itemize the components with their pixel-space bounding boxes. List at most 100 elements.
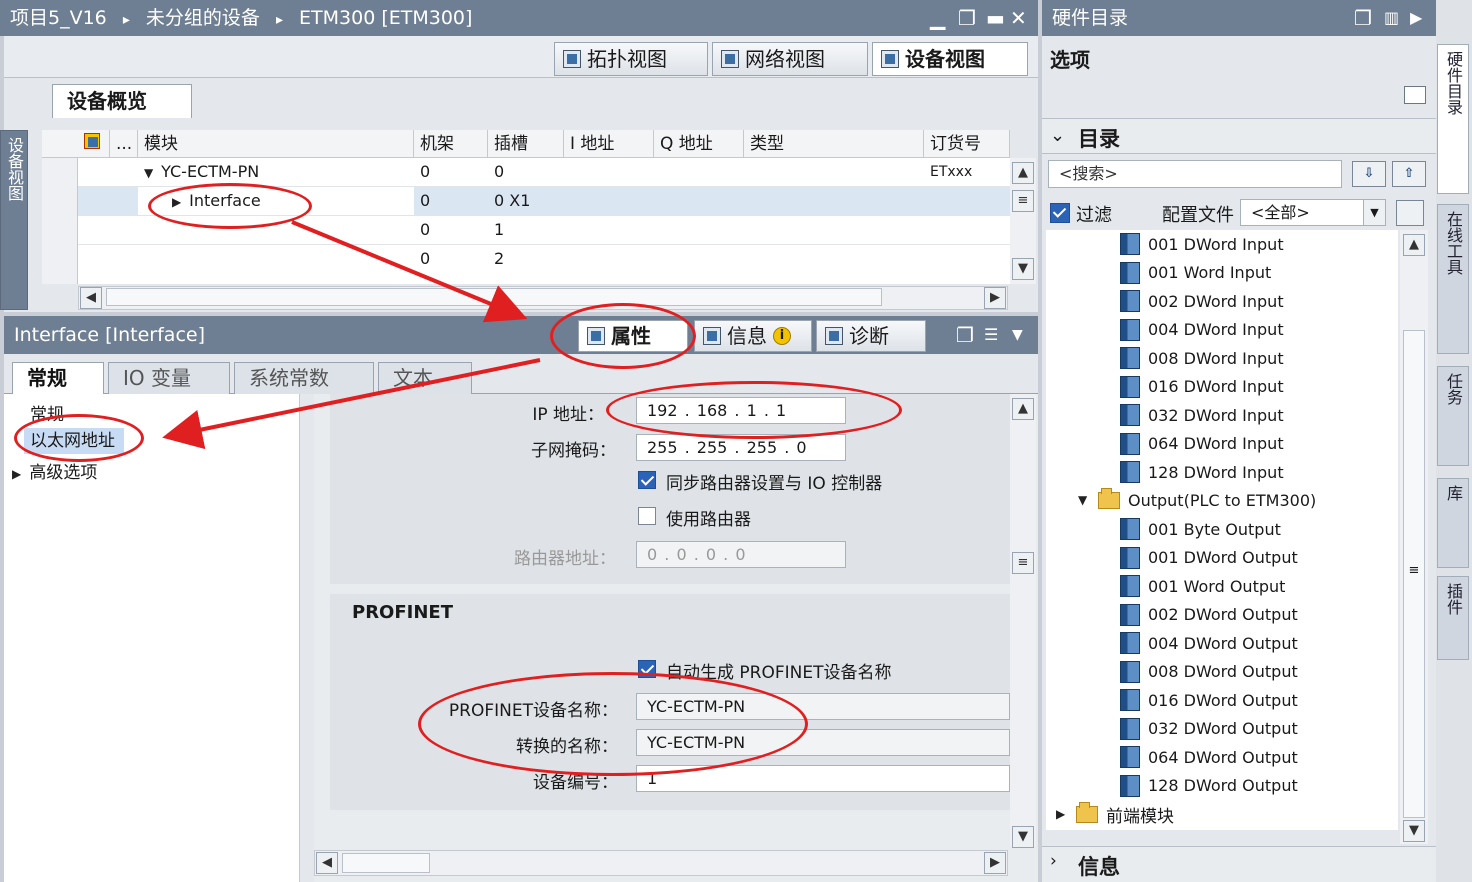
chevron-right-icon[interactable]: › — [1050, 851, 1057, 871]
catalog-settings-icon[interactable] — [1396, 200, 1424, 226]
tab-network-view[interactable]: 网络视图 — [712, 42, 868, 76]
catalog-scroll-thumb[interactable]: ≡ — [1403, 330, 1425, 818]
subnet-mask-field[interactable]: 255 . 255 . 255 . 0 — [636, 434, 846, 461]
header-slot[interactable]: 插槽 — [488, 130, 564, 158]
header-type[interactable]: 类型 — [744, 130, 924, 158]
catalog-folder-output[interactable]: ▼ Output(PLC to ETM300) — [1078, 486, 1316, 514]
catalog-search-input[interactable]: <搜索> — [1048, 160, 1342, 188]
restore-icon[interactable]: ❐ — [956, 316, 974, 354]
catalog-item[interactable]: 001 Word Output — [1120, 572, 1285, 600]
ip-address-field[interactable]: 192 . 168 . 1 . 1 — [636, 397, 846, 424]
scroll-up-icon[interactable]: ▲ — [1012, 398, 1034, 420]
catalog-item[interactable]: 064 DWord Input — [1120, 430, 1284, 458]
breadcrumb-project[interactable]: 项目5_V16 — [10, 7, 107, 29]
breadcrumb-device[interactable]: ETM300 [ETM300] — [299, 7, 472, 29]
tab-io-tags[interactable]: IO 变量 — [108, 362, 230, 394]
collapse-icon[interactable]: ▼ — [144, 159, 156, 186]
expand-icon[interactable]: ▶ — [12, 467, 24, 481]
restore-icon[interactable]: ❐ — [958, 0, 976, 36]
scroll-left-icon[interactable]: ◀ — [80, 287, 102, 309]
splitter[interactable] — [300, 394, 314, 882]
chevron-down-icon[interactable]: ⌄ — [1050, 125, 1065, 146]
auto-name-checkbox[interactable] — [638, 660, 656, 678]
scroll-down-icon[interactable]: ▼ — [1403, 820, 1425, 842]
catalog-item[interactable]: 001 DWord Input — [1120, 230, 1284, 258]
breadcrumb-group[interactable]: 未分组的设备 — [146, 7, 260, 29]
search-up-icon[interactable]: ⇧ — [1392, 161, 1426, 187]
scroll-down-icon[interactable]: ▼ — [1012, 826, 1034, 848]
tab-device-view[interactable]: 设备视图 — [872, 42, 1028, 76]
properties-vscroll[interactable] — [1010, 394, 1036, 846]
catalog-item[interactable]: 004 DWord Output — [1120, 629, 1298, 657]
header-i-address[interactable]: I 地址 — [564, 130, 654, 158]
profile-select[interactable]: <全部> ▼ — [1240, 199, 1386, 226]
scroll-left-icon[interactable]: ◀ — [316, 852, 338, 874]
nav-ethernet-address[interactable]: 以太网地址 — [24, 428, 124, 454]
catalog-item[interactable]: 001 Word Input — [1120, 259, 1271, 287]
tab-topology-view[interactable]: 拓扑视图 — [554, 42, 708, 76]
tab-properties[interactable]: 属性 — [578, 320, 688, 352]
dropdown-arrow-icon[interactable]: ▼ — [1363, 200, 1385, 225]
search-down-icon[interactable]: ⇩ — [1352, 161, 1386, 187]
catalog-item[interactable]: 001 Byte Output — [1120, 515, 1281, 543]
side-tab-libraries[interactable]: 库 — [1437, 478, 1469, 568]
tab-diagnostics[interactable]: 诊断 — [816, 320, 926, 352]
expand-icon[interactable]: ▶ — [1056, 807, 1068, 821]
side-tab-online-tools[interactable]: 在线工具 — [1437, 204, 1469, 354]
catalog-item[interactable]: 032 DWord Input — [1120, 401, 1284, 429]
filter-checkbox[interactable] — [1050, 203, 1070, 223]
table-row-selected[interactable]: ▶ Interface 0 0 X1 — [42, 187, 1010, 216]
hscroll-thumb[interactable] — [106, 288, 882, 306]
device-number-field[interactable]: 1 — [636, 765, 1010, 792]
header-order-number[interactable]: 订货号 — [924, 130, 1010, 158]
hscroll-thumb[interactable] — [342, 853, 430, 873]
catalog-item[interactable]: 004 DWord Input — [1120, 316, 1284, 344]
nav-general[interactable]: 常规 — [30, 400, 64, 425]
tab-info[interactable]: 信息 i — [694, 320, 812, 352]
catalog-item[interactable]: 128 DWord Input — [1120, 458, 1284, 486]
nav-advanced-options[interactable]: ▶ 高级选项 — [12, 458, 97, 483]
table-row[interactable]: 0 1 — [42, 216, 1010, 245]
expand-icon[interactable]: ▶ — [172, 188, 184, 215]
header-rack[interactable]: 机架 — [414, 130, 488, 158]
converted-name-field[interactable]: YC-ECTM-PN — [636, 729, 1010, 756]
options-pane-icon[interactable] — [1404, 86, 1426, 104]
catalog-item[interactable]: 128 DWord Output — [1120, 772, 1298, 800]
catalog-item[interactable]: 008 DWord Input — [1120, 344, 1284, 372]
close-icon[interactable]: ✕ — [1010, 0, 1027, 36]
catalog-item[interactable]: 002 DWord Output — [1120, 601, 1298, 629]
table-row[interactable]: ▼ YC-ECTM-PN 0 0 ETxxx — [42, 158, 1010, 187]
side-tab-hardware-catalog[interactable]: 硬件目录 — [1437, 44, 1469, 194]
catalog-item[interactable]: 008 DWord Output — [1120, 658, 1298, 686]
router-address-field[interactable]: 0 . 0 . 0 . 0 — [636, 541, 846, 568]
scroll-right-icon[interactable]: ▶ — [984, 287, 1006, 309]
split-icon[interactable]: ▥ — [1384, 0, 1399, 36]
info-section-header[interactable]: › 信息 — [1042, 846, 1436, 882]
menu-icon[interactable]: ≡ — [1012, 190, 1034, 212]
scroll-right-icon[interactable]: ▶ — [984, 852, 1006, 874]
scroll-up-icon[interactable]: ▲ — [1012, 162, 1034, 184]
catalog-item[interactable]: 064 DWord Output — [1120, 743, 1298, 771]
catalog-section-header[interactable]: ⌄ 目录 — [1042, 118, 1436, 154]
catalog-item[interactable]: 032 DWord Output — [1120, 715, 1298, 743]
maximize-icon[interactable]: ▬ — [986, 0, 1005, 36]
header-module[interactable]: 模块 — [138, 130, 414, 158]
tab-texts[interactable]: 文本 — [378, 362, 472, 394]
collapse-icon[interactable]: ▼ — [1078, 493, 1090, 507]
side-tab-device-view[interactable]: 设备视图 — [0, 130, 28, 310]
sync-router-checkbox[interactable] — [638, 471, 656, 489]
scroll-up-icon[interactable]: ▲ — [1403, 234, 1425, 256]
minimize-icon[interactable]: ▁ — [930, 0, 945, 36]
tab-system-constants[interactable]: 系统常数 — [234, 362, 374, 394]
list-icon[interactable]: ☰ — [984, 316, 998, 354]
header-more[interactable]: ... — [110, 130, 138, 158]
tab-general[interactable]: 常规 — [12, 362, 104, 394]
side-tab-addins[interactable]: 插件 — [1437, 576, 1469, 660]
catalog-item[interactable]: 002 DWord Input — [1120, 287, 1284, 315]
catalog-item[interactable]: 016 DWord Output — [1120, 686, 1298, 714]
scroll-down-icon[interactable]: ▼ — [1012, 258, 1034, 280]
chevron-right-icon[interactable]: ▶ — [1410, 0, 1422, 36]
catalog-item[interactable]: 016 DWord Input — [1120, 373, 1284, 401]
tab-device-overview[interactable]: 设备概览 — [52, 84, 192, 118]
profinet-device-name-field[interactable]: YC-ECTM-PN — [636, 693, 1010, 720]
